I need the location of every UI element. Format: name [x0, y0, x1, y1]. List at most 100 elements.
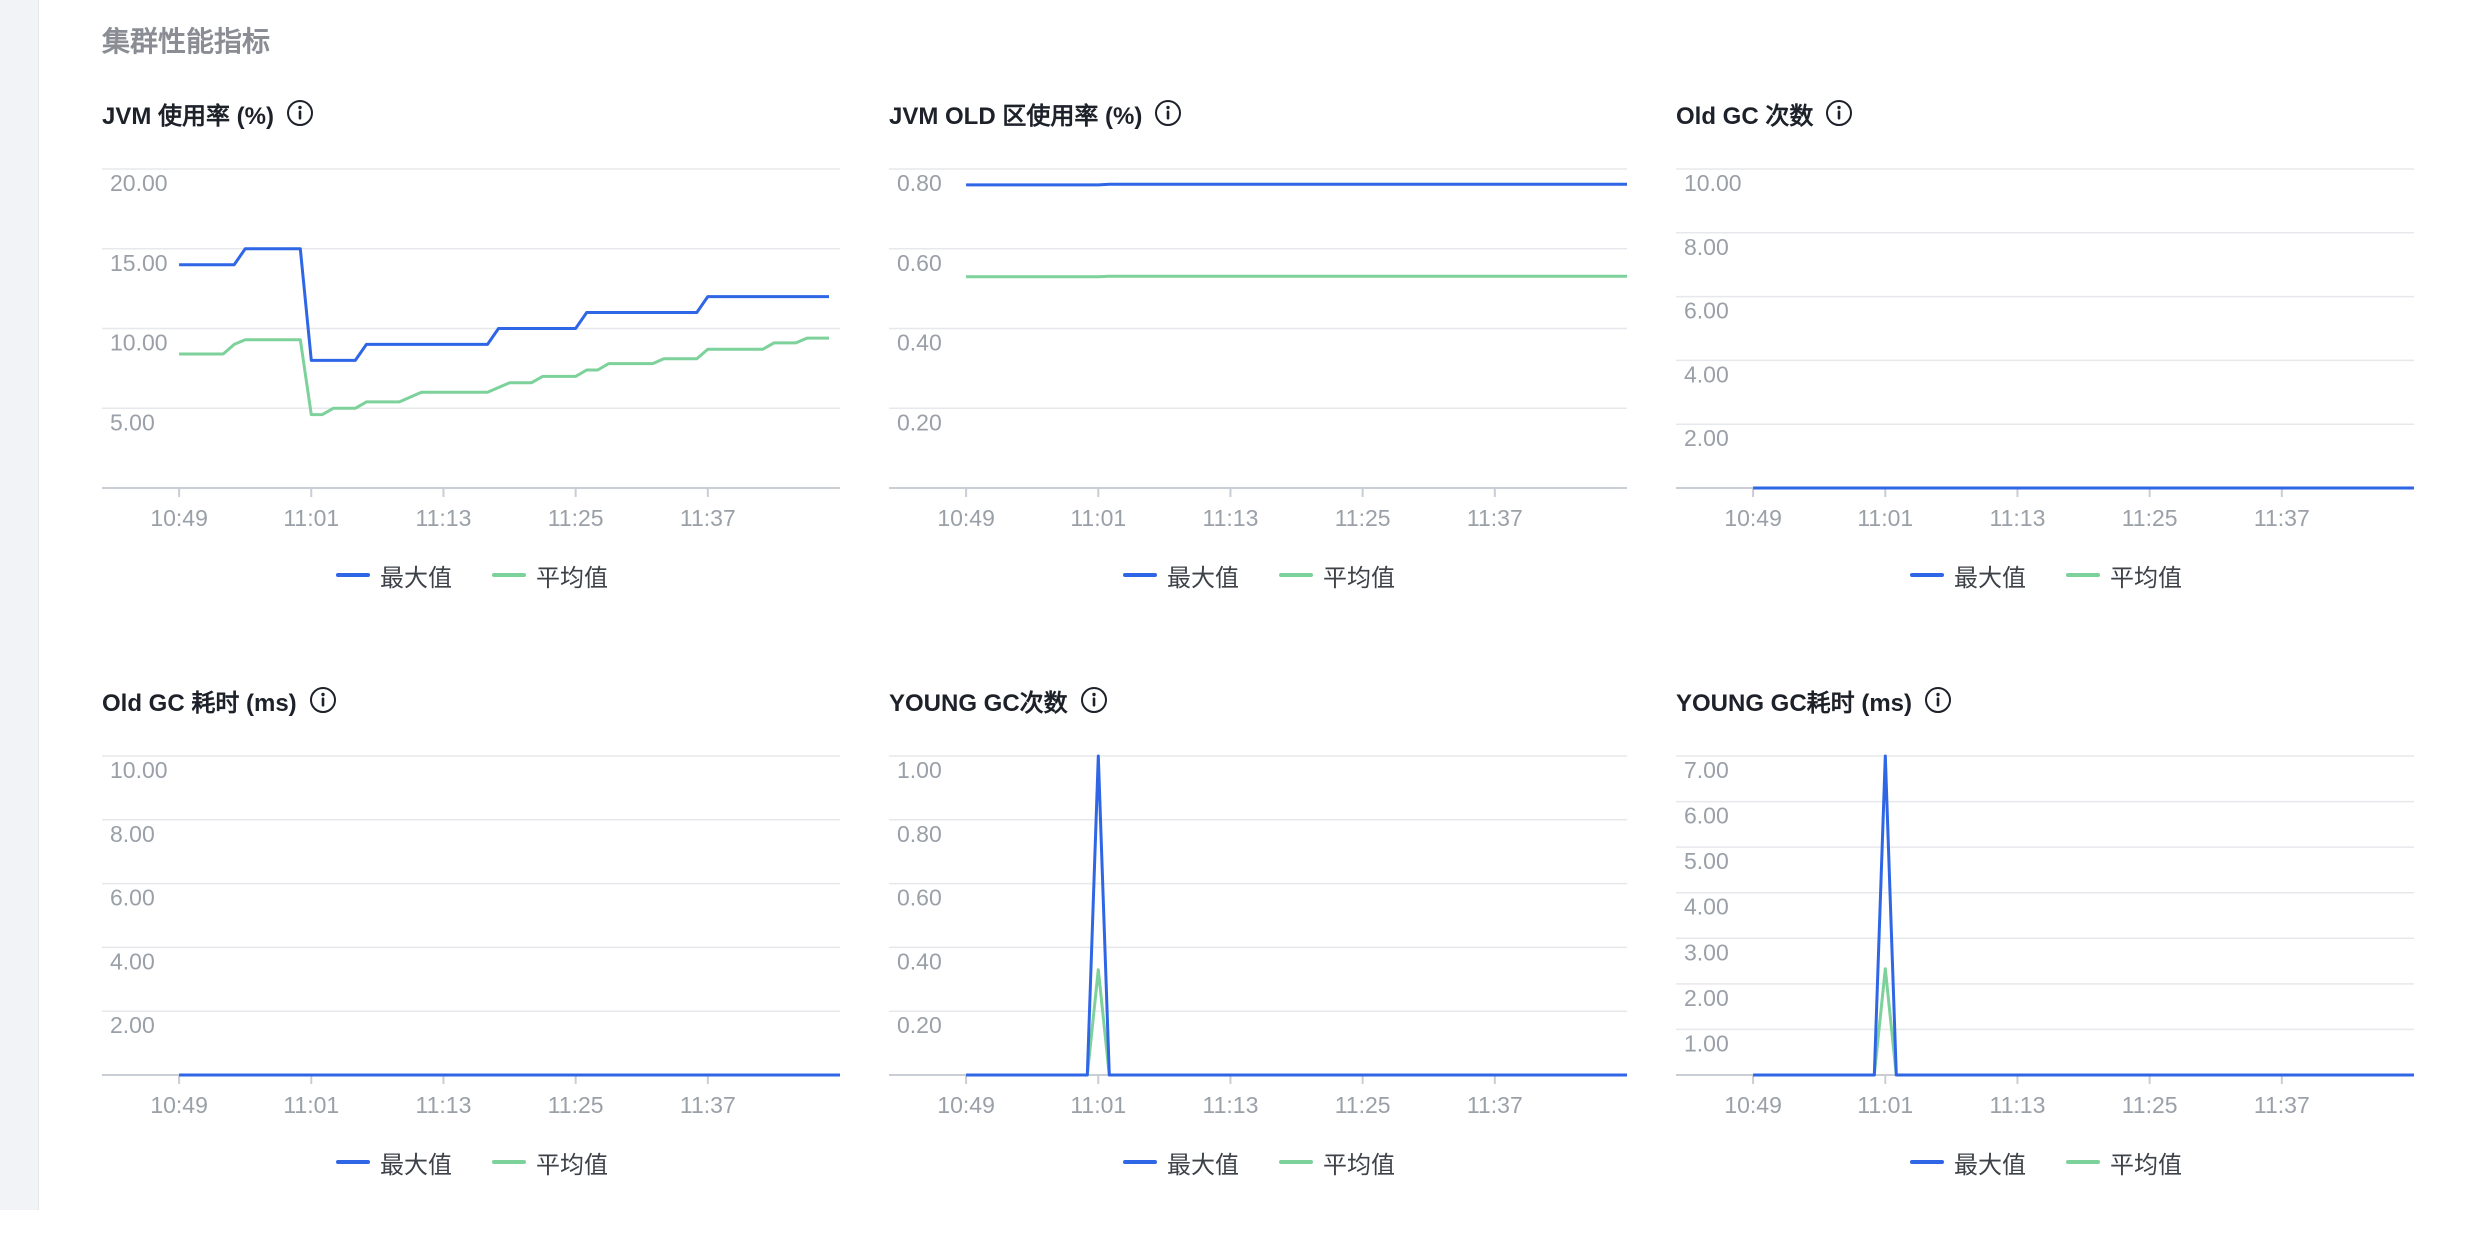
- chart-panel-jvm-old-usage: JVM OLD 区使用率 (%)0.200.400.600.8010:4911:…: [889, 93, 1629, 653]
- legend-item-max[interactable]: 最大值: [336, 1145, 452, 1180]
- x-tick-label: 11:13: [1990, 505, 2046, 531]
- chart-panel-young-gc-time: YOUNG GC耗时 (ms)1.002.003.004.005.006.007…: [1676, 680, 2416, 1240]
- x-tick-label: 11:01: [1070, 505, 1126, 531]
- chart-legend: 最大值 平均值: [1676, 555, 2416, 595]
- y-tick-label: 10.00: [110, 330, 168, 356]
- y-tick-label: 5.00: [110, 409, 155, 435]
- x-tick-label: 11:01: [1857, 1092, 1913, 1118]
- line-chart: 0.200.400.600.8010:4911:0111:1311:2511:3…: [889, 93, 1629, 543]
- legend-label-max: 最大值: [1167, 1145, 1239, 1180]
- x-tick-label: 11:13: [416, 1092, 472, 1118]
- y-tick-label: 4.00: [110, 948, 155, 974]
- x-tick-label: 11:13: [1203, 505, 1259, 531]
- x-tick-label: 11:01: [283, 505, 339, 531]
- legend-swatch-max: [1910, 573, 1944, 577]
- y-tick-label: 0.80: [897, 170, 942, 196]
- left-rail: [0, 0, 39, 1210]
- legend-label-avg: 平均值: [2110, 1145, 2182, 1180]
- y-tick-label: 0.60: [897, 250, 942, 276]
- x-tick-label: 10:49: [937, 505, 995, 531]
- y-tick-label: 2.00: [110, 1012, 155, 1038]
- legend-item-max[interactable]: 最大值: [1910, 1145, 2026, 1180]
- x-tick-label: 11:25: [2122, 505, 2178, 531]
- legend-label-avg: 平均值: [536, 558, 608, 593]
- legend-item-avg[interactable]: 平均值: [2066, 1145, 2182, 1180]
- legend-item-avg[interactable]: 平均值: [1279, 1145, 1395, 1180]
- x-tick-label: 11:37: [2254, 505, 2310, 531]
- chart-legend: 最大值 平均值: [1676, 1142, 2416, 1182]
- x-tick-label: 11:37: [680, 1092, 736, 1118]
- legend-swatch-avg: [1279, 1160, 1313, 1164]
- x-tick-label: 11:13: [1203, 1092, 1259, 1118]
- y-tick-label: 4.00: [1684, 361, 1729, 387]
- legend-swatch-max: [1123, 1160, 1157, 1164]
- legend-swatch-avg: [2066, 1160, 2100, 1164]
- y-tick-label: 4.00: [1684, 894, 1729, 920]
- y-tick-label: 8.00: [1684, 234, 1729, 260]
- legend-label-avg: 平均值: [2110, 558, 2182, 593]
- legend-item-max[interactable]: 最大值: [1123, 558, 1239, 593]
- y-tick-label: 0.40: [897, 948, 942, 974]
- chart-legend: 最大值 平均值: [889, 555, 1629, 595]
- chart-panel-old-gc-count: Old GC 次数2.004.006.008.0010.0010:4911:01…: [1676, 93, 2416, 653]
- y-tick-label: 0.40: [897, 330, 942, 356]
- x-tick-label: 10:49: [150, 1092, 208, 1118]
- chart-legend: 最大值 平均值: [102, 1142, 842, 1182]
- legend-item-avg[interactable]: 平均值: [492, 558, 608, 593]
- x-tick-label: 11:13: [1990, 1092, 2046, 1118]
- legend-swatch-max: [1910, 1160, 1944, 1164]
- y-tick-label: 6.00: [110, 885, 155, 911]
- x-tick-label: 11:25: [548, 505, 604, 531]
- section-title: 集群性能指标: [102, 20, 270, 60]
- line-chart: 5.0010.0015.0020.0010:4911:0111:1311:251…: [102, 93, 842, 543]
- legend-item-avg[interactable]: 平均值: [492, 1145, 608, 1180]
- x-tick-label: 10:49: [1724, 1092, 1782, 1118]
- legend-label-avg: 平均值: [1323, 1145, 1395, 1180]
- y-tick-label: 1.00: [897, 757, 942, 783]
- y-tick-label: 2.00: [1684, 425, 1729, 451]
- x-tick-label: 11:37: [1467, 505, 1523, 531]
- x-tick-label: 11:01: [1070, 1092, 1126, 1118]
- series-avg-line: [1753, 969, 2414, 1075]
- x-tick-label: 11:25: [1335, 1092, 1391, 1118]
- y-tick-label: 1.00: [1684, 1030, 1729, 1056]
- y-tick-label: 6.00: [1684, 803, 1729, 829]
- y-tick-label: 8.00: [110, 821, 155, 847]
- legend-label-max: 最大值: [1954, 558, 2026, 593]
- series-avg-line: [179, 338, 829, 415]
- chart-panel-jvm-usage: JVM 使用率 (%)5.0010.0015.0020.0010:4911:01…: [102, 93, 842, 653]
- x-tick-label: 11:01: [1857, 505, 1913, 531]
- chart-legend: 最大值 平均值: [102, 555, 842, 595]
- legend-label-max: 最大值: [380, 1145, 452, 1180]
- legend-swatch-avg: [492, 1160, 526, 1164]
- legend-item-avg[interactable]: 平均值: [1279, 558, 1395, 593]
- line-chart: 1.002.003.004.005.006.007.0010:4911:0111…: [1676, 680, 2416, 1130]
- x-tick-label: 10:49: [150, 505, 208, 531]
- legend-item-avg[interactable]: 平均值: [2066, 558, 2182, 593]
- legend-swatch-avg: [1279, 573, 1313, 577]
- legend-swatch-avg: [2066, 573, 2100, 577]
- x-tick-label: 11:37: [2254, 1092, 2310, 1118]
- legend-label-max: 最大值: [1954, 1145, 2026, 1180]
- x-tick-label: 11:25: [1335, 505, 1391, 531]
- legend-item-max[interactable]: 最大值: [336, 558, 452, 593]
- legend-item-max[interactable]: 最大值: [1910, 558, 2026, 593]
- legend-swatch-max: [1123, 573, 1157, 577]
- legend-label-max: 最大值: [380, 558, 452, 593]
- y-tick-label: 0.80: [897, 821, 942, 847]
- legend-item-max[interactable]: 最大值: [1123, 1145, 1239, 1180]
- x-tick-label: 11:37: [680, 505, 736, 531]
- legend-swatch-max: [336, 1160, 370, 1164]
- legend-swatch-max: [336, 573, 370, 577]
- y-tick-label: 0.20: [897, 1012, 942, 1038]
- chart-panel-young-gc-count: YOUNG GC次数0.200.400.600.801.0010:4911:01…: [889, 680, 1629, 1240]
- x-tick-label: 10:49: [937, 1092, 995, 1118]
- line-chart: 2.004.006.008.0010.0010:4911:0111:1311:2…: [102, 680, 842, 1130]
- series-max-line: [966, 184, 1627, 185]
- x-tick-label: 11:13: [416, 505, 472, 531]
- legend-label-max: 最大值: [1167, 558, 1239, 593]
- y-tick-label: 15.00: [110, 250, 168, 276]
- y-tick-label: 10.00: [1684, 170, 1742, 196]
- chart-legend: 最大值 平均值: [889, 1142, 1629, 1182]
- x-tick-label: 10:49: [1724, 505, 1782, 531]
